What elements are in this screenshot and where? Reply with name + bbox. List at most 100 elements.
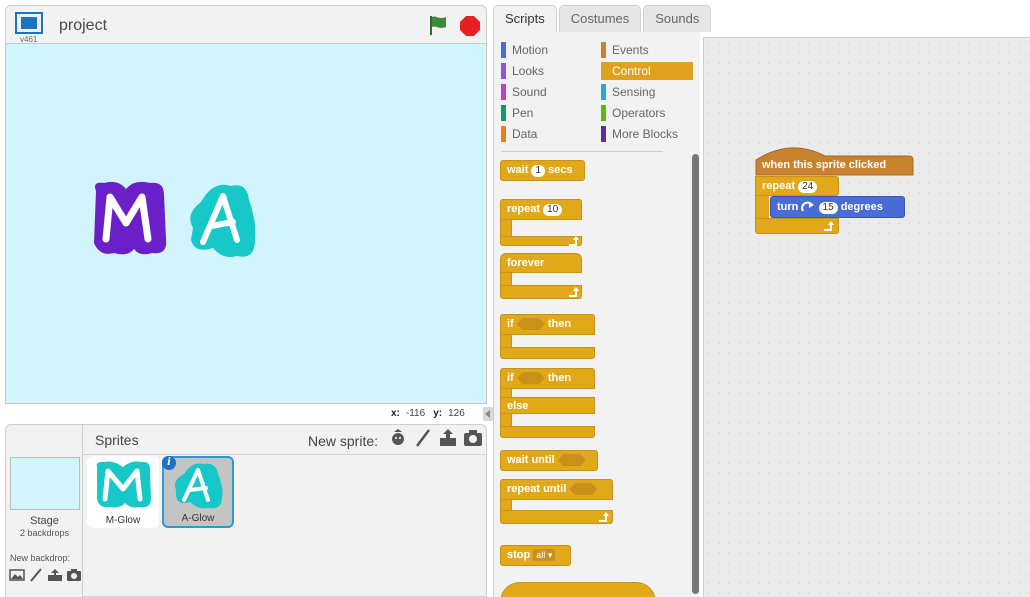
sprite-a-glow[interactable]: A xyxy=(183,178,261,260)
sound-swatch xyxy=(501,84,506,100)
events-swatch xyxy=(601,42,606,58)
if-text: if xyxy=(507,372,514,384)
sprite-m-letter: M xyxy=(88,177,89,178)
project-title[interactable]: project xyxy=(59,17,107,35)
camera-backdrop-icon[interactable] xyxy=(66,568,82,582)
stage-thumbnail[interactable] xyxy=(10,457,80,510)
script-area[interactable]: when this sprite clicked repeat 24 turn … xyxy=(703,37,1030,597)
motion-swatch xyxy=(501,42,506,58)
turn-text: turn xyxy=(777,201,799,213)
presentation-mode-icon[interactable] xyxy=(15,12,43,34)
block-if-foot xyxy=(500,347,595,359)
category-more-blocks[interactable]: More Blocks xyxy=(601,125,693,143)
block-wait-until[interactable]: wait until xyxy=(500,450,598,471)
category-sensing[interactable]: Sensing xyxy=(601,83,693,101)
mouse-coordinates: x: -116 y: 126 xyxy=(391,408,473,419)
tab-scripts[interactable]: Scripts xyxy=(493,5,557,32)
x-value: -116 xyxy=(405,408,426,419)
upload-sprite-icon[interactable] xyxy=(438,428,458,448)
block-if-then[interactable]: if then xyxy=(500,314,595,335)
category-label: Sound xyxy=(512,85,547,99)
script-repeat-block[interactable]: repeat 24 xyxy=(755,176,839,196)
editor-tabs: Scripts Costumes Sounds xyxy=(493,5,713,32)
category-label: Pen xyxy=(512,106,534,120)
more-blocks-swatch xyxy=(601,126,606,142)
secs-text: secs xyxy=(548,164,573,176)
category-looks[interactable]: Looks xyxy=(501,62,593,80)
block-palette: Motion Events Looks Control Sound Sensin… xyxy=(493,32,700,597)
new-sprite-label: New sprite: xyxy=(308,433,379,449)
block-forever[interactable]: forever xyxy=(500,253,582,273)
block-label: repeat until xyxy=(507,483,598,496)
category-label: Events xyxy=(612,43,649,57)
category-label: Data xyxy=(512,127,538,141)
turn-clockwise-icon xyxy=(801,201,815,212)
loop-arrow-icon xyxy=(599,512,609,522)
block-if-arm xyxy=(500,389,512,397)
tab-costumes[interactable]: Costumes xyxy=(558,5,642,32)
condition-slot[interactable] xyxy=(516,372,545,385)
upload-backdrop-icon[interactable] xyxy=(47,568,63,582)
block-label: repeat 10 xyxy=(507,203,563,216)
block-stop[interactable]: stop all ▾ xyxy=(500,545,571,566)
category-label: More Blocks xyxy=(612,127,679,141)
block-repeat-until[interactable]: repeat until xyxy=(500,479,613,500)
block-if-then-else[interactable]: if then xyxy=(500,368,595,389)
sprites-panel: Stage 2 backdrops New backdrop: Sprites … xyxy=(5,424,487,597)
category-sound[interactable]: Sound xyxy=(501,83,593,101)
script-repeat-label: repeat 24 xyxy=(762,180,818,193)
category-operators[interactable]: Operators xyxy=(601,104,693,122)
palette-scrollbar[interactable] xyxy=(692,154,699,594)
block-else: else xyxy=(500,397,595,414)
sprite-a-thumbnail xyxy=(175,463,223,509)
script-turn-block[interactable]: turn 15 degrees xyxy=(770,196,905,218)
block-repeat[interactable]: repeat 10 xyxy=(500,199,582,220)
condition-slot[interactable] xyxy=(516,318,545,331)
else-text: else xyxy=(507,400,529,412)
tab-sounds[interactable]: Sounds xyxy=(643,5,712,32)
stop-dropdown-value: all xyxy=(536,550,546,560)
turn-degrees-input[interactable]: 15 xyxy=(818,202,838,214)
stage-label: Stage xyxy=(30,515,59,527)
sprite-library-icon[interactable] xyxy=(388,428,408,448)
new-sprite-icons xyxy=(388,428,483,448)
block-repeat-until-foot xyxy=(500,510,613,524)
camera-sprite-icon[interactable] xyxy=(463,428,483,448)
repeat-input[interactable]: 10 xyxy=(543,204,563,216)
block-forever-foot xyxy=(500,285,582,299)
category-motion[interactable]: Motion xyxy=(501,41,593,59)
stage-header: v461 project xyxy=(5,5,487,44)
green-flag-icon[interactable] xyxy=(427,14,449,36)
block-forever-arm xyxy=(500,273,512,285)
stop-icon[interactable] xyxy=(459,15,481,37)
backdrop-library-icon[interactable] xyxy=(9,568,25,582)
block-hat-partial[interactable] xyxy=(500,582,656,597)
y-value: 126 xyxy=(448,408,465,419)
stop-dropdown[interactable]: all ▾ xyxy=(533,549,556,561)
paint-backdrop-icon[interactable] xyxy=(28,568,44,582)
block-wait-secs[interactable]: wait 1 secs xyxy=(500,160,585,181)
stage-column: Stage 2 backdrops New backdrop: xyxy=(6,425,83,597)
wait-text: wait xyxy=(507,164,529,176)
then-text: then xyxy=(547,318,572,330)
block-repeat-arm xyxy=(500,220,512,236)
collapse-stage-button[interactable] xyxy=(483,407,493,421)
condition-slot[interactable] xyxy=(557,454,586,467)
repeat-count-input[interactable]: 24 xyxy=(798,181,818,193)
category-data[interactable]: Data xyxy=(501,125,593,143)
script-turn-label: turn 15 degrees xyxy=(777,201,883,214)
category-events[interactable]: Events xyxy=(601,41,693,59)
condition-slot[interactable] xyxy=(569,483,598,496)
sprites-divider xyxy=(83,454,486,455)
sprite-info-icon[interactable]: i xyxy=(162,456,176,470)
sprite-tile-m-glow[interactable]: M-Glow xyxy=(87,456,159,528)
sprite-m-glow[interactable]: M xyxy=(88,177,170,259)
sensing-swatch xyxy=(601,84,606,100)
paint-sprite-icon[interactable] xyxy=(413,428,433,448)
wait-input[interactable]: 1 xyxy=(531,165,546,177)
block-label: if then xyxy=(507,372,571,385)
category-pen[interactable]: Pen xyxy=(501,104,593,122)
wait-until-text: wait until xyxy=(507,454,555,466)
stage[interactable]: M A xyxy=(5,43,487,404)
category-control[interactable]: Control xyxy=(601,62,693,80)
